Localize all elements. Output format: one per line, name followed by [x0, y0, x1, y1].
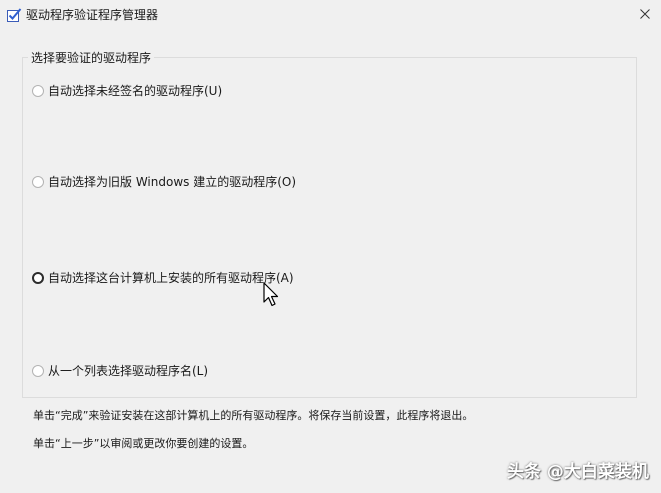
radio-button[interactable] [32, 175, 44, 188]
radio-button[interactable] [32, 271, 44, 284]
title-bar[interactable]: 驱动程序验证程序管理器 [0, 0, 661, 30]
watermark: 头条 @大白菜装机 [507, 462, 649, 482]
window-title: 驱动程序验证程序管理器 [26, 8, 159, 22]
option-select-from-list[interactable]: 从一个列表选择驱动程序名(L) [32, 362, 208, 379]
option-label: 从一个列表选择驱动程序名(L) [48, 364, 209, 378]
close-button[interactable] [632, 3, 658, 25]
option-all-installed-drivers[interactable]: 自动选择这台计算机上安装的所有驱动程序(A) [32, 269, 294, 286]
option-label: 自动选择为旧版 Windows 建立的驱动程序(O) [48, 175, 297, 189]
option-label: 自动选择这台计算机上安装的所有驱动程序(A) [48, 271, 294, 285]
radio-button[interactable] [32, 84, 44, 97]
back-info-text: 单击“上一步”以审阅或更改你要创建的设置。 [33, 437, 254, 450]
option-unsigned-drivers[interactable]: 自动选择未经签名的驱动程序(U) [32, 82, 222, 99]
option-legacy-drivers[interactable]: 自动选择为旧版 Windows 建立的驱动程序(O) [32, 173, 296, 190]
finish-info-text: 单击“完成”来验证安装在这部计算机上的所有驱动程序。将保存当前设置，此程序将退出… [33, 409, 474, 422]
checkbox-app-icon [7, 8, 22, 22]
driver-selection-group [22, 57, 637, 398]
mouse-cursor-icon [263, 282, 279, 307]
radio-button[interactable] [32, 364, 44, 377]
close-icon [640, 9, 650, 19]
driver-verifier-window: 驱动程序验证程序管理器 选择要验证的驱动程序 自动选择未经签名的驱动程序(U) … [0, 0, 661, 493]
group-legend: 选择要验证的驱动程序 [28, 49, 155, 66]
option-label: 自动选择未经签名的驱动程序(U) [48, 84, 223, 98]
